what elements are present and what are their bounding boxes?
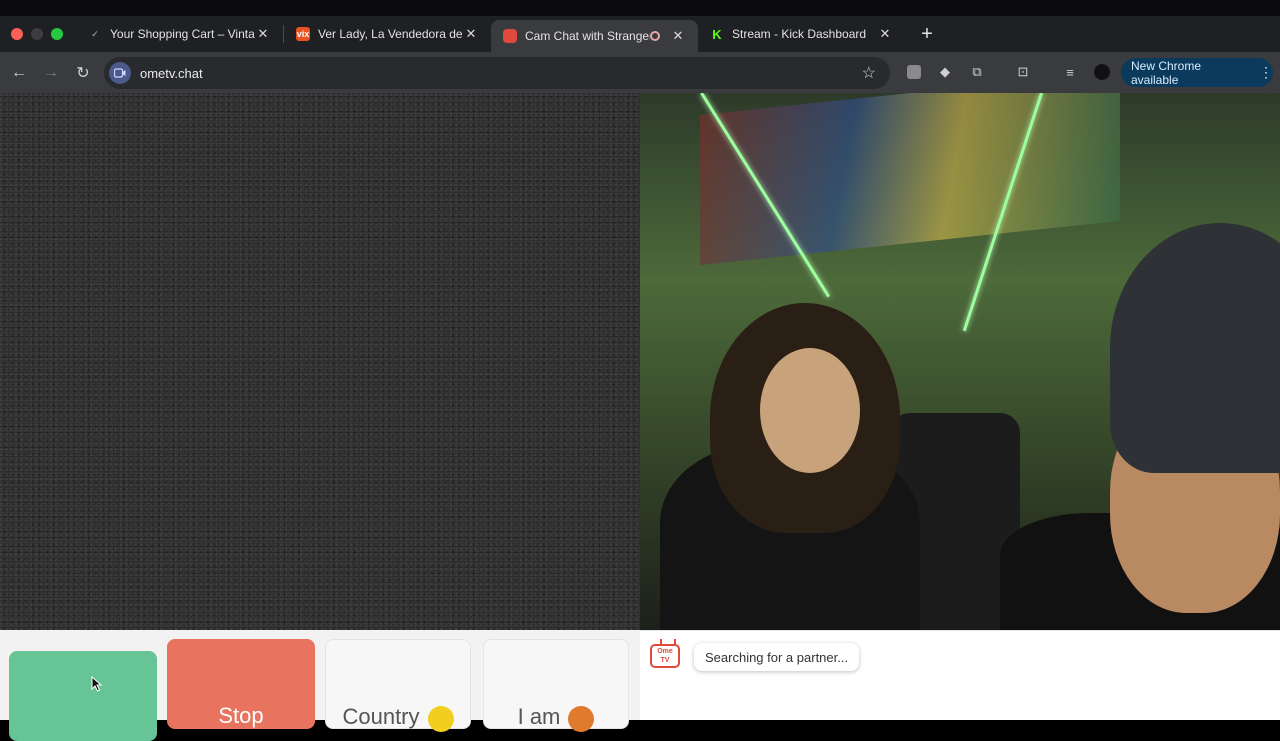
stop-label: Stop bbox=[218, 703, 264, 728]
check-icon: ✓ bbox=[91, 28, 99, 39]
page-content: Stop Country I am Ome TV Searching for a… bbox=[0, 93, 1280, 741]
flag-icon bbox=[427, 706, 454, 732]
stop-button[interactable]: Stop bbox=[167, 639, 315, 729]
media-control-icon[interactable]: ≡ bbox=[1060, 62, 1080, 82]
site-info-icon[interactable] bbox=[109, 62, 131, 84]
ceiling-flags bbox=[700, 93, 1120, 266]
menu-kebab-icon[interactable]: ⋮ bbox=[1259, 64, 1273, 81]
status-message: Searching for a partner... bbox=[694, 643, 860, 671]
vix-icon: vix bbox=[296, 27, 310, 41]
tab-title: Cam Chat with Strangers bbox=[525, 29, 650, 43]
tab-title: Ver Lady, La Vendedora de Ro bbox=[318, 27, 463, 41]
reload-button[interactable]: ↻ bbox=[67, 57, 99, 89]
country-button[interactable]: Country bbox=[325, 639, 471, 732]
country-label: Country bbox=[342, 704, 420, 729]
tab-kick-dashboard[interactable]: K Stream - Kick Dashboard ✕ bbox=[698, 16, 905, 52]
close-tab-icon[interactable]: ✕ bbox=[670, 28, 686, 44]
window-controls bbox=[0, 28, 76, 40]
menu-bar-strip bbox=[0, 0, 1280, 16]
ometv-icon bbox=[503, 29, 517, 43]
address-bar[interactable]: ometv.chat ☆ bbox=[104, 57, 890, 89]
start-button[interactable] bbox=[9, 651, 157, 741]
profile-avatar[interactable] bbox=[1092, 62, 1112, 82]
status-message-text: Searching for a partner... bbox=[705, 649, 849, 665]
close-tab-icon[interactable]: ✕ bbox=[255, 26, 271, 42]
person-emoji-icon bbox=[568, 706, 595, 732]
close-tab-icon[interactable]: ✕ bbox=[877, 26, 893, 42]
minimize-window-button[interactable] bbox=[31, 28, 43, 40]
maximize-window-button[interactable] bbox=[51, 28, 63, 40]
recording-indicator-icon bbox=[650, 31, 660, 41]
extension-icon[interactable] bbox=[904, 62, 924, 82]
extensions-puzzle-icon[interactable]: ⧉ bbox=[967, 62, 987, 82]
control-panel: Stop Country I am bbox=[0, 630, 640, 741]
tab-ver-lady[interactable]: vix Ver Lady, La Vendedora de Ro ✕ bbox=[284, 16, 491, 52]
person-left-face bbox=[760, 348, 860, 473]
tab-shopping-cart[interactable]: ✓ Your Shopping Cart – Vintage ✕ bbox=[76, 16, 283, 52]
tab-cam-chat[interactable]: Cam Chat with Strangers ✕ bbox=[491, 20, 698, 52]
forward-button[interactable]: → bbox=[35, 57, 67, 89]
new-tab-button[interactable]: + bbox=[915, 23, 939, 46]
tab-title: Stream - Kick Dashboard bbox=[732, 27, 867, 41]
mouse-cursor-icon bbox=[91, 675, 103, 692]
chat-panel: Ome TV Searching for a partner... bbox=[640, 630, 1280, 720]
url-text[interactable]: ometv.chat bbox=[140, 66, 203, 81]
logo-text: Ome TV bbox=[657, 648, 673, 664]
person-right-cap bbox=[1110, 223, 1280, 473]
tab-strip: ✓ Your Shopping Cart – Vintage ✕ vix Ver… bbox=[0, 16, 1280, 52]
partner-video bbox=[640, 93, 1280, 630]
bookmark-star-icon[interactable]: ☆ bbox=[862, 63, 876, 83]
tab-title: Your Shopping Cart – Vintage bbox=[110, 27, 255, 41]
ometv-logo-icon: Ome TV bbox=[650, 644, 680, 668]
gender-button[interactable]: I am bbox=[483, 639, 629, 732]
kick-icon: K bbox=[710, 27, 724, 42]
update-label: New Chrome available bbox=[1131, 58, 1202, 87]
iam-label: I am bbox=[517, 704, 561, 729]
browser-toolbar: ← → ↻ ometv.chat ☆ ◆ ⧉ ⊡ ≡ New Chrome av… bbox=[0, 52, 1280, 93]
back-button[interactable]: ← bbox=[3, 57, 35, 89]
self-video-static bbox=[0, 93, 640, 630]
close-tab-icon[interactable]: ✕ bbox=[463, 26, 479, 42]
chrome-update-button[interactable]: New Chrome available ⋮ bbox=[1121, 58, 1273, 87]
tab-search-icon[interactable]: ⊡ bbox=[1013, 62, 1033, 82]
close-window-button[interactable] bbox=[11, 28, 23, 40]
diamond-extension-icon[interactable]: ◆ bbox=[935, 62, 955, 82]
